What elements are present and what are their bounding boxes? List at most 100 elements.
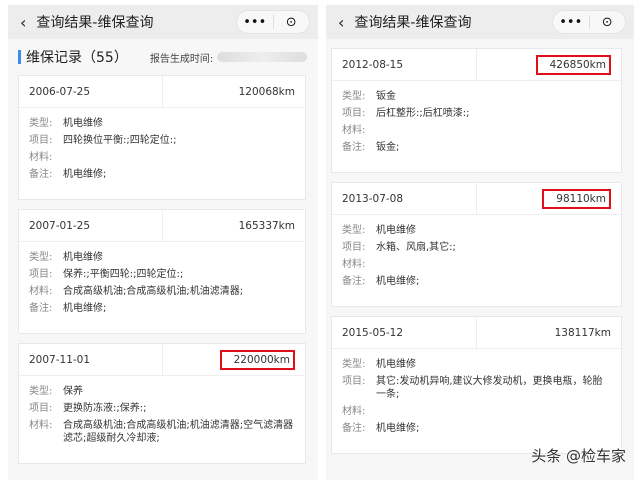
- type-label: 类型:: [29, 252, 53, 263]
- record-body: 类型: 钣金 项目: 后杠整形:;后杠喷漆:; 材料: 备注: 钣金;: [332, 81, 621, 172]
- record-card[interactable]: 2007-11-01 220000km 类型: 保养 项目: 更换防冻液:;保养:; 材料:…: [18, 343, 306, 464]
- field-remarks: 备注: 机电维修;: [29, 168, 295, 181]
- field-type: 类型: 钣金: [342, 90, 611, 103]
- field-type: 类型: 机电维修: [342, 358, 611, 371]
- record-card[interactable]: 2013-07-08 98110km 类型: 机电维修 项目: 水箱、风扇,其它:; 材料:…: [331, 182, 622, 307]
- nav-bar: ‹ 查询结果-维保查询 ••• ⊙: [326, 5, 634, 39]
- field-remarks: 备注: 机电维修;: [29, 302, 295, 315]
- field-materials: 材料:: [29, 151, 295, 164]
- record-mileage: 165337km: [163, 210, 306, 241]
- record-mileage: 220000km: [163, 344, 306, 375]
- type-value: 机电维修: [63, 118, 103, 129]
- record-card[interactable]: 2015-05-12 138117km 类型: 机电维修 项目: 其它:发动机异响,建议大…: [331, 316, 622, 454]
- record-card[interactable]: 2012-08-15 426850km 类型: 钣金 项目: 后杠整形:;后杠喷漆:; 材料…: [331, 48, 622, 173]
- record-header: 2007-01-25 165337km: [19, 210, 305, 242]
- items-value: 水箱、风扇,其它:;: [376, 242, 456, 253]
- section-header: 维保记录（55） 报告生成时间:: [8, 39, 318, 75]
- right-screen: ‹ 查询结果-维保查询 ••• ⊙ 2012-08-15 426850km 类型: 钣…: [326, 5, 634, 480]
- record-date: 2013-07-08: [332, 183, 477, 214]
- menu-capsule: ••• ⊙: [236, 10, 310, 34]
- items-value: 更换防冻液:;保养:;: [63, 403, 147, 414]
- records-list: 2006-07-25 120068km 类型: 机电维修 项目: 四轮换位平衡:;四轮定位…: [8, 75, 318, 464]
- remarks-label: 备注:: [342, 423, 366, 434]
- blurred-time: [217, 52, 308, 62]
- field-items: 项目: 保养:;平衡四轮:;四轮定位:;: [29, 268, 295, 281]
- type-value: 机电维修: [376, 359, 416, 370]
- type-label: 类型:: [342, 359, 366, 370]
- record-mileage: 426850km: [477, 49, 621, 80]
- type-value: 保养: [63, 386, 83, 397]
- materials-label: 材料:: [342, 125, 366, 136]
- field-items: 项目: 四轮换位平衡:;四轮定位:;: [29, 134, 295, 147]
- record-header: 2013-07-08 98110km: [332, 183, 621, 215]
- items-label: 项目:: [29, 135, 53, 146]
- record-header: 2012-08-15 426850km: [332, 49, 621, 81]
- field-items: 项目: 其它:发动机异响,建议大修发动机，更换电瓶，轮胎一条;: [342, 375, 611, 401]
- materials-label: 材料:: [342, 259, 366, 270]
- close-target-icon[interactable]: ⊙: [590, 15, 626, 30]
- type-label: 类型:: [342, 225, 366, 236]
- remarks-value: 机电维修;: [376, 276, 420, 287]
- record-header: 2007-11-01 220000km: [19, 344, 305, 376]
- record-mileage: 138117km: [477, 317, 621, 348]
- items-value: 保养:;平衡四轮:;四轮定位:;: [63, 269, 184, 280]
- record-date: 2015-05-12: [332, 317, 477, 348]
- items-label: 项目:: [342, 376, 366, 387]
- items-label: 项目:: [29, 269, 53, 280]
- accent-bar: [18, 50, 21, 64]
- remarks-value: 机电维修;: [63, 169, 107, 180]
- menu-capsule: ••• ⊙: [552, 10, 626, 34]
- page-title: 查询结果-维保查询: [354, 15, 472, 31]
- type-value: 机电维修: [63, 252, 103, 263]
- section-title: 维保记录（55）: [26, 50, 128, 66]
- record-date: 2007-11-01: [19, 344, 163, 375]
- more-icon[interactable]: •••: [237, 15, 273, 30]
- record-body: 类型: 机电维修 项目: 其它:发动机异响,建议大修发动机，更换电瓶，轮胎一条; 材料:…: [332, 349, 621, 453]
- back-icon[interactable]: ‹: [338, 13, 344, 32]
- type-value: 钣金: [376, 91, 396, 102]
- type-label: 类型:: [342, 91, 366, 102]
- record-card[interactable]: 2006-07-25 120068km 类型: 机电维修 项目: 四轮换位平衡:;四轮定位…: [18, 75, 306, 200]
- materials-value: 合成高级机油;合成高级机油;机油滤清器;空气滤清器滤芯;超级耐久冷却液;: [63, 420, 294, 444]
- mileage-value: 138117km: [554, 326, 611, 339]
- field-type: 类型: 保养: [29, 385, 295, 398]
- items-value: 其它:发动机异响,建议大修发动机，更换电瓶，轮胎一条;: [376, 376, 603, 400]
- remarks-label: 备注:: [342, 142, 366, 153]
- field-materials: 材料:: [342, 258, 611, 271]
- type-label: 类型:: [29, 386, 53, 397]
- page-title: 查询结果-维保查询: [36, 15, 154, 31]
- materials-label: 材料:: [29, 152, 53, 163]
- materials-value: 合成高级机油;合成高级机油;机油滤清器;: [63, 286, 244, 297]
- left-screen: ‹ 查询结果-维保查询 ••• ⊙ 维保记录（55） 报告生成时间: 2006-…: [8, 5, 318, 480]
- record-body: 类型: 机电维修 项目: 保养:;平衡四轮:;四轮定位:; 材料: 合成高级机油;合成高级…: [19, 242, 305, 333]
- record-date: 2012-08-15: [332, 49, 477, 80]
- record-body: 类型: 机电维修 项目: 四轮换位平衡:;四轮定位:; 材料: 备注: 机电维修;: [19, 108, 305, 199]
- remarks-label: 备注:: [29, 303, 53, 314]
- materials-label: 材料:: [29, 286, 53, 297]
- mileage-value: 165337km: [238, 219, 295, 232]
- records-list: 2012-08-15 426850km 类型: 钣金 项目: 后杠整形:;后杠喷漆:; 材料…: [326, 39, 634, 454]
- more-icon[interactable]: •••: [553, 15, 589, 30]
- record-header: 2006-07-25 120068km: [19, 76, 305, 108]
- remarks-value: 机电维修;: [376, 423, 420, 434]
- field-materials: 材料: 合成高级机油;合成高级机油;机油滤清器;: [29, 285, 295, 298]
- mileage-value: 220000km: [219, 349, 295, 370]
- items-label: 项目:: [342, 108, 366, 119]
- record-card[interactable]: 2007-01-25 165337km 类型: 机电维修 项目: 保养:;平衡四轮:;四轮…: [18, 209, 306, 334]
- record-body: 类型: 机电维修 项目: 水箱、风扇,其它:; 材料: 备注: 机电维修;: [332, 215, 621, 306]
- remarks-label: 备注:: [342, 276, 366, 287]
- field-items: 项目: 更换防冻液:;保养:;: [29, 402, 295, 415]
- record-body: 类型: 保养 项目: 更换防冻液:;保养:; 材料: 合成高级机油;合成高级机油;机油滤清…: [19, 376, 305, 463]
- mileage-value: 120068km: [238, 85, 295, 98]
- back-icon[interactable]: ‹: [20, 13, 26, 32]
- field-items: 项目: 水箱、风扇,其它:;: [342, 241, 611, 254]
- close-target-icon[interactable]: ⊙: [274, 15, 310, 30]
- items-label: 项目:: [342, 242, 366, 253]
- mileage-value: 98110km: [542, 188, 611, 209]
- items-value: 四轮换位平衡:;四轮定位:;: [63, 135, 177, 146]
- materials-label: 材料:: [342, 406, 366, 417]
- watermark: 头条 @检车家: [531, 447, 626, 465]
- record-mileage: 120068km: [163, 76, 306, 107]
- remarks-value: 机电维修;: [63, 303, 107, 314]
- record-mileage: 98110km: [477, 183, 621, 214]
